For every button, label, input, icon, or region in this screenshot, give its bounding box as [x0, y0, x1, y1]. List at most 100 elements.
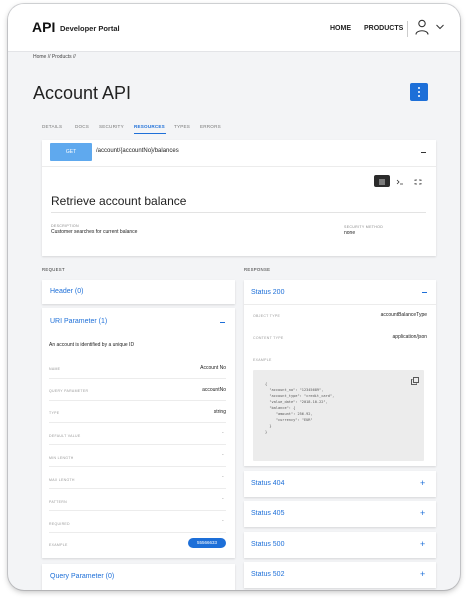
row-label: DEFAULT VALUE [49, 434, 81, 438]
tab-types[interactable]: TYPES [174, 124, 190, 129]
status-404-panel[interactable]: Status 404 + [244, 471, 436, 497]
row-label: QUERY PARAMETER [49, 389, 89, 393]
uri-parameter-link[interactable]: URI Parameter (1) [50, 318, 107, 325]
logo-subtitle: Developer Portal [60, 24, 120, 33]
top-navigation-bar: API Developer Portal HOME PRODUCTS [8, 4, 460, 52]
code-line: { [265, 382, 268, 386]
status-500-panel[interactable]: Status 500 + [244, 532, 436, 558]
row-label: MAX LENGTH [49, 478, 75, 482]
user-icon[interactable] [415, 19, 429, 35]
kebab-menu-icon[interactable] [410, 83, 428, 101]
row-value: - [222, 474, 224, 480]
divider [49, 532, 226, 533]
terminal-view-icon[interactable] [392, 175, 408, 187]
expand-icon[interactable]: + [420, 479, 425, 488]
row-label: REQUIRED [49, 522, 70, 526]
row-value: - [222, 430, 224, 436]
uri-parameter-panel: URI Parameter (1) An account is identifi… [42, 308, 235, 558]
endpoint-path: /account/{accountNo}/balances [96, 148, 179, 154]
code-line: "currency": "EUR" [265, 418, 313, 422]
divider [51, 212, 426, 213]
tab-docs[interactable]: DOCS [75, 124, 89, 129]
code-line: } [265, 424, 272, 428]
status-502-link[interactable]: Status 502 [251, 571, 284, 578]
divider [49, 444, 226, 445]
row-value: - [222, 452, 224, 458]
security-method-label: SECURITY METHOD [344, 225, 384, 229]
code-line: "amount": 256.92, [265, 412, 313, 416]
collapse-icon[interactable] [421, 152, 426, 153]
example-value-badge: 55566633 [188, 538, 226, 548]
row-label: TYPE [49, 411, 60, 415]
uri-parameter-description: An account is identified by a unique ID [49, 342, 135, 348]
row-value: - [222, 496, 224, 502]
content-type-label: CONTENT TYPE [253, 336, 284, 340]
example-label: EXAMPLE [253, 358, 272, 362]
description-label: DESCRIPTION [51, 224, 79, 228]
operation-title: Retrieve account balance [51, 194, 187, 208]
collapse-icon[interactable] [220, 322, 225, 323]
query-parameter-link[interactable]: Query Parameter (0) [50, 573, 114, 580]
query-parameter-panel[interactable]: Query Parameter (0) [42, 564, 235, 590]
nav-divider [407, 21, 408, 37]
status-405-link[interactable]: Status 405 [251, 510, 284, 517]
code-line: "balance": { [265, 406, 296, 410]
status-502-panel[interactable]: Status 502 + [244, 562, 436, 588]
breadcrumb[interactable]: Home // Products // [33, 54, 76, 60]
row-value: string [213, 409, 226, 415]
collapse-icon[interactable] [422, 292, 427, 293]
divider [49, 510, 226, 511]
divider [49, 466, 226, 467]
expand-icon[interactable]: + [420, 570, 425, 579]
tab-errors[interactable]: ERRORS [200, 124, 221, 129]
header-panel[interactable]: Header (0) [42, 280, 235, 304]
divider [49, 378, 226, 379]
nav-products-link[interactable]: PRODUCTS [364, 25, 403, 32]
code-line: "account_no": "12345689", [265, 388, 324, 392]
header-link[interactable]: Header (0) [50, 288, 83, 295]
tab-details[interactable]: DETAILS [42, 124, 62, 129]
tab-resources[interactable]: RESOURCES [134, 124, 165, 129]
security-method-value: none [344, 230, 356, 236]
copy-icon[interactable] [411, 377, 419, 385]
object-type-label: OBJECT TYPE [253, 314, 281, 318]
code-line: "value_date": "2018-10-22", [265, 400, 328, 404]
divider [42, 166, 436, 167]
request-title: REQUEST [42, 267, 65, 272]
row-value: accountNo [202, 387, 226, 393]
divider [49, 422, 226, 423]
code-line: } [265, 430, 268, 434]
content-type-value: application/json [392, 334, 427, 340]
row-label: PATTERN [49, 500, 67, 504]
status-405-panel[interactable]: Status 405 + [244, 501, 436, 527]
example-label: EXAMPLE [49, 543, 68, 547]
description-value: Customer searches for current balance [51, 229, 138, 235]
row-label: NAME [49, 367, 61, 371]
tab-security[interactable]: SECURITY [99, 124, 124, 129]
row-value: - [222, 518, 224, 524]
object-type-value: accountBalanceType [380, 312, 427, 318]
device-frame: API Developer Portal HOME PRODUCTS Home … [8, 4, 460, 590]
status-500-link[interactable]: Status 500 [251, 541, 284, 548]
expand-icon[interactable]: + [420, 509, 425, 518]
nav-home-link[interactable]: HOME [330, 25, 351, 32]
status-200-link[interactable]: Status 200 [251, 289, 284, 296]
row-value: Account No [200, 365, 226, 371]
expand-view-icon[interactable] [410, 175, 426, 187]
page-title: Account API [33, 83, 132, 103]
status-404-link[interactable]: Status 404 [251, 480, 284, 487]
endpoint-card: GET /account/{accountNo}/balances Retrie… [42, 140, 436, 256]
active-tab-indicator [134, 133, 166, 134]
code-line: "account_type": "credit_card", [265, 394, 335, 398]
divider [49, 400, 226, 401]
response-title: RESPONSE [244, 267, 271, 272]
row-label: MIN LENGTH [49, 456, 74, 460]
divider [49, 488, 226, 489]
code-example: { "account_no": "12345689", "account_typ… [253, 370, 424, 461]
divider [244, 304, 436, 305]
expand-icon[interactable]: + [420, 540, 425, 549]
method-badge: GET [50, 143, 92, 161]
chevron-down-icon[interactable] [436, 24, 444, 30]
list-view-icon[interactable] [374, 175, 390, 187]
logo[interactable]: API [32, 19, 55, 35]
